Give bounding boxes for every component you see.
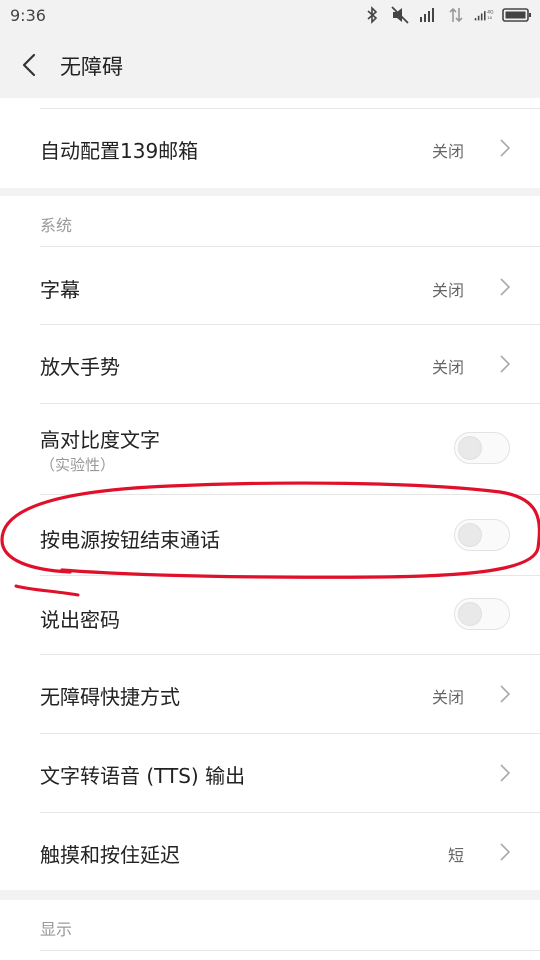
setting-value: 关闭	[431, 358, 464, 377]
chevron-right-icon	[500, 278, 511, 296]
signal-icon	[420, 8, 434, 22]
nav-bar: 无障碍	[0, 32, 540, 98]
section-header-display: 显示	[40, 920, 73, 939]
setting-auto-config-139-mail[interactable]: 自动配置139邮箱 关闭	[0, 109, 540, 188]
svg-text:1X: 1X	[487, 15, 492, 20]
setting-speak-passwords[interactable]: 说出密码	[0, 576, 540, 654]
chevron-right-icon	[500, 843, 511, 861]
setting-label: 文字转语音 (TTS) 输出	[40, 764, 246, 788]
section-header-system: 系统	[40, 216, 73, 235]
setting-label: 按电源按钮结束通话	[40, 528, 220, 552]
setting-label: 放大手势	[40, 355, 120, 379]
setting-high-contrast-text[interactable]: 高对比度文字 （实验性）	[0, 404, 540, 494]
toggle-switch[interactable]	[454, 519, 510, 551]
setting-accessibility-shortcut[interactable]: 无障碍快捷方式 关闭	[0, 655, 540, 733]
setting-touch-hold-delay[interactable]: 触摸和按住延迟 短	[0, 813, 540, 890]
signal-4g-icon: 4G1X	[474, 9, 494, 21]
toggle-switch[interactable]	[454, 598, 510, 630]
chevron-right-icon	[500, 139, 511, 157]
bluetooth-icon	[367, 6, 378, 24]
setting-tts-output[interactable]: 文字转语音 (TTS) 输出	[0, 734, 540, 812]
page-title: 无障碍	[60, 55, 123, 79]
data-arrows-icon	[449, 7, 463, 23]
status-bar: 9:36 4G 1X	[0, 0, 540, 32]
status-icons: 4G 1X	[362, 5, 532, 25]
card-system: 系统 字幕 关闭 放大手势 关闭 高对比度文字 （实验性） 按电源按钮结束通话	[0, 196, 540, 890]
toggle-knob	[458, 436, 482, 460]
mute-icon	[391, 6, 409, 24]
toggle-knob	[458, 523, 482, 547]
setting-label: 自动配置139邮箱	[40, 139, 199, 163]
battery-icon	[502, 8, 531, 22]
setting-label: 说出密码	[40, 608, 120, 632]
chevron-right-icon	[500, 764, 511, 782]
setting-value: 关闭	[431, 142, 464, 161]
setting-label: 高对比度文字	[40, 428, 160, 452]
setting-power-button-ends-call[interactable]: 按电源按钮结束通话	[0, 495, 540, 575]
chevron-right-icon	[500, 685, 511, 703]
status-time: 9:36	[10, 6, 46, 25]
setting-label: 无障碍快捷方式	[40, 685, 180, 709]
chevron-right-icon	[500, 355, 511, 373]
setting-value: 短	[447, 846, 464, 865]
setting-sublabel: （实验性）	[40, 456, 116, 474]
setting-value: 关闭	[431, 688, 464, 707]
toggle-switch[interactable]	[454, 432, 510, 464]
setting-label: 触摸和按住延迟	[40, 843, 180, 867]
setting-value: 关闭	[431, 281, 464, 300]
chevron-left-icon[interactable]	[14, 49, 46, 81]
setting-captions[interactable]: 字幕 关闭	[0, 247, 540, 324]
card-display: 显示	[0, 900, 540, 960]
settings-list[interactable]: 自动配置139邮箱 关闭 系统 字幕 关闭 放大手势 关闭 高对比度文字 （实验…	[0, 98, 540, 960]
setting-magnification-gestures[interactable]: 放大手势 关闭	[0, 325, 540, 403]
card-top: 自动配置139邮箱 关闭	[0, 98, 540, 188]
setting-label: 字幕	[40, 278, 80, 302]
toggle-knob	[458, 602, 482, 626]
divider	[40, 950, 540, 951]
